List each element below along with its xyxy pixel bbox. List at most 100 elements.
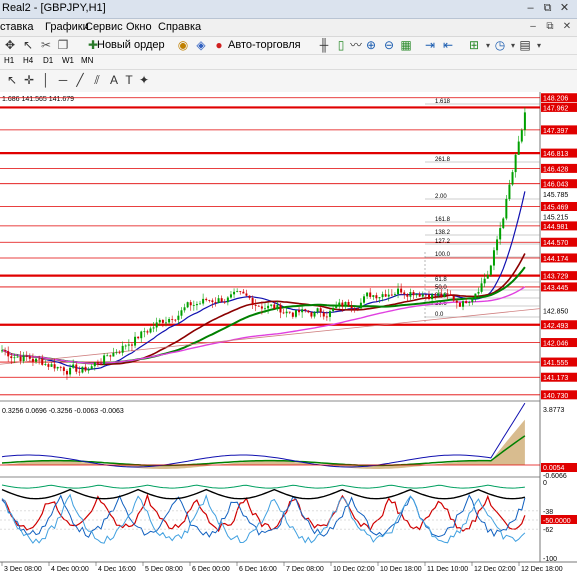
price-label: 144.174 [543,256,568,263]
macd-scale-label: 0.0054 [543,465,565,472]
candle-body [415,293,418,296]
candle-body [248,295,251,299]
restore-button[interactable]: ⧉ [540,1,555,15]
chart-minimize-button[interactable]: – [526,20,540,34]
candle-body [174,319,177,321]
candle-body [90,366,93,370]
timeframe-h1[interactable]: H1 [4,56,14,65]
candle-body [208,300,211,301]
channel-icon[interactable]: ⫽ [89,73,105,88]
candle-body [81,366,84,373]
candle-body [100,363,103,365]
candle-body [75,364,78,372]
candle-body [236,291,239,292]
menu-item-tools[interactable]: Сервис [85,21,123,33]
timeframe-mn[interactable]: MN [81,56,93,65]
crosshair-tool-icon[interactable]: ✛ [21,73,37,88]
price-label: 146.043 [543,182,568,189]
cut-icon[interactable]: ✂ [38,38,54,53]
text-tool-icon[interactable]: A [106,73,122,88]
arrows-tool-icon[interactable]: ✦ [136,73,152,88]
candle-body [220,298,223,302]
chart-close-button[interactable]: ✕ [560,20,574,34]
grid-icon[interactable]: ▦ [398,38,414,53]
time-label: 3 Dec 08:00 [4,566,42,573]
candle-body [267,305,270,309]
candle-body [440,293,443,298]
candle-body [437,293,440,296]
candle-body [264,308,266,310]
menu-item-trade[interactable]: ставка [0,21,34,33]
chart-restore-button[interactable]: ⧉ [543,20,557,34]
candle-body [84,366,87,371]
price-label: 143.445 [543,285,568,292]
new-order-button[interactable]: Новый ордер [97,39,165,51]
timeframe-d1[interactable]: D1 [43,56,53,65]
time-label: 6 Dec 16:00 [239,566,277,573]
autoscroll-icon[interactable]: ⇥ [422,38,438,53]
candle-body [486,274,489,279]
candle-body [118,352,121,354]
vertical-line-icon[interactable]: │ [38,73,54,88]
menu-item-help[interactable]: Справка [158,21,201,33]
candle-body [10,356,13,359]
arrow-icon[interactable]: ↖ [20,38,36,53]
templates-dropdown-icon[interactable]: ▾ [531,38,547,53]
candle-body [158,319,161,323]
candle-body [251,298,254,305]
candle-body [341,302,344,307]
candle-body [87,369,90,371]
candle-body [462,301,465,307]
candle-body [41,358,44,365]
candles-icon[interactable]: ▯ [333,38,349,53]
time-label: 5 Dec 08:00 [145,566,183,573]
history-icon[interactable]: ◈ [193,38,209,53]
candle-body [28,356,31,359]
crosshair-icon[interactable]: ✥ [2,38,18,53]
zoom-in-icon[interactable]: ⊕ [363,38,379,53]
menu-item-window[interactable]: Окно [126,21,152,33]
line-chart-icon[interactable]: 〰 [348,38,364,53]
candle-body [502,218,505,229]
label-tool-icon[interactable]: T [121,73,137,88]
timeframe-w1[interactable]: W1 [62,56,74,65]
candle-body [217,298,220,303]
horizontal-line-icon[interactable]: ─ [55,73,71,88]
chart-shift-icon[interactable]: ⇤ [440,38,456,53]
ohlc-readout: 1.686 141.565 141.679 [2,96,74,103]
candle-body [257,305,260,307]
candle-body [427,294,430,300]
candle-body [233,291,236,295]
price-label: 144.570 [543,240,568,247]
menu-item-charts[interactable]: Графики [45,21,89,33]
candle-body [164,322,167,324]
candle-body [72,364,75,368]
candle-body [239,291,242,292]
close-button[interactable]: ✕ [557,1,572,15]
autotrade-button[interactable]: Авто-торговля [228,39,301,51]
fibo-label: 161.8 [435,217,451,223]
candle-body [115,352,118,354]
candle-body [325,316,328,318]
trendline-icon[interactable]: ╱ [72,73,88,88]
trade-icon[interactable]: ◉ [175,38,191,53]
candle-body [202,298,205,304]
cursor-icon[interactable]: ↖ [4,73,20,88]
chart-area[interactable]: 1.686 141.565 141.679 0.3256 0.0696 -0.3… [0,92,577,579]
candle-body [468,302,471,304]
minimize-button[interactable]: – [523,1,538,15]
candle-body [403,292,406,295]
candle-body [304,309,307,311]
candle-body [480,283,483,292]
candle-body [294,310,297,317]
zoom-out-icon[interactable]: ⊖ [381,38,397,53]
candle-body [483,278,486,284]
copy-icon[interactable]: ❐ [55,38,71,53]
candle-body [505,198,508,219]
timeframe-h4[interactable]: H4 [23,56,33,65]
candle-body [288,311,291,313]
candle-body [1,350,3,352]
bar-chart-icon[interactable]: ╫ [316,38,332,53]
autotrade-icon[interactable]: ● [211,38,227,53]
candle-body [452,295,455,301]
